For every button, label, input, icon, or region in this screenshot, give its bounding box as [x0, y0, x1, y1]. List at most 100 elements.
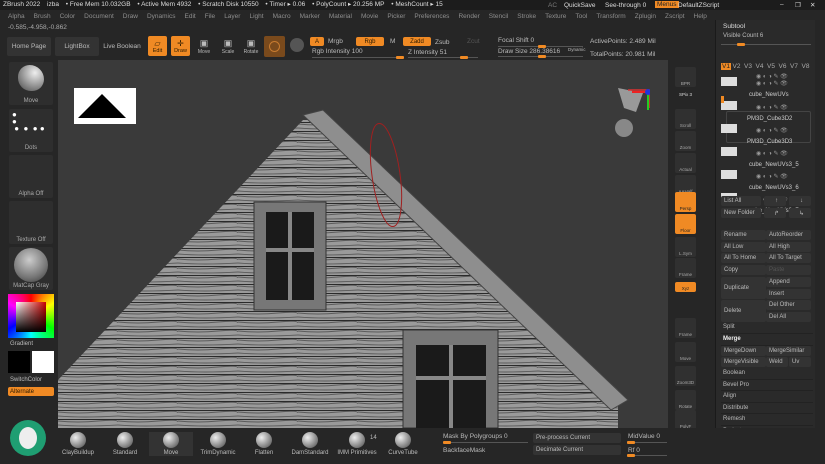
- rgb-toggle[interactable]: Rgb: [356, 37, 384, 46]
- split-button[interactable]: Split: [721, 322, 813, 334]
- home-page-button[interactable]: Home Page: [7, 37, 51, 56]
- close-icon[interactable]: ✕: [810, 1, 815, 9]
- section-bevel-pro[interactable]: Bevel Pro: [721, 380, 813, 391]
- viewport-canvas[interactable]: [58, 60, 668, 428]
- brush-trimdynamic[interactable]: TrimDynamic: [196, 432, 240, 456]
- shelf-button-floor[interactable]: Floor: [675, 214, 696, 234]
- menu-file[interactable]: File: [205, 13, 215, 20]
- rotate-button[interactable]: ▣ Rotate: [243, 38, 259, 55]
- menu-transform[interactable]: Transform: [596, 13, 625, 20]
- navigation-gizmo-icon[interactable]: [628, 88, 651, 116]
- shelf-button-move[interactable]: Move: [675, 342, 696, 362]
- shelf-button-zoom[interactable]: Zoom: [675, 131, 696, 151]
- shelf-button-actual[interactable]: Actual: [675, 153, 696, 173]
- shelf-button-spix3[interactable]: SPix 3: [675, 88, 696, 98]
- weld-button[interactable]: Weld: [766, 357, 788, 367]
- gradient-toggle[interactable]: Gradient: [10, 341, 33, 347]
- menu-brush[interactable]: Brush: [34, 13, 51, 20]
- paste-button[interactable]: Paste: [766, 265, 811, 275]
- menu-help[interactable]: Help: [694, 13, 707, 20]
- brush-standard[interactable]: Standard: [103, 432, 147, 456]
- autoreorder-button[interactable]: AutoReorder: [766, 230, 811, 240]
- uv-button[interactable]: Uv: [789, 357, 811, 367]
- midvalue-slider[interactable]: MidValue 0: [628, 433, 660, 440]
- rgb-intensity-slider[interactable]: Rgb Intensity 100: [312, 48, 363, 55]
- draw-button[interactable]: ✛ Draw: [171, 36, 190, 56]
- menu-macro[interactable]: Macro: [273, 13, 291, 20]
- rename-button[interactable]: Rename: [721, 230, 766, 240]
- draw-size-slider[interactable]: Draw Size 286.38616: [498, 48, 560, 55]
- menu-document[interactable]: Document: [84, 13, 114, 20]
- shelf-button-lsym[interactable]: L.Sym: [675, 237, 696, 257]
- copy-button[interactable]: Copy: [721, 265, 766, 275]
- shelf-button-frame[interactable]: Frame: [675, 258, 696, 278]
- midvalue-track[interactable]: [627, 441, 667, 444]
- rf-track[interactable]: [627, 454, 667, 457]
- menus-button[interactable]: Menus: [655, 1, 679, 8]
- quicksave-button[interactable]: QuickSave: [564, 2, 595, 9]
- material-sphere-button[interactable]: [264, 36, 285, 57]
- subtool-visibility-icons[interactable]: ◉ ◐ ◑ ✎ 👁: [756, 80, 788, 87]
- menu-marker[interactable]: Marker: [300, 13, 320, 20]
- all-low-button[interactable]: All Low: [721, 242, 766, 252]
- z-intensity-track[interactable]: [408, 56, 478, 59]
- visibility-tab-v7[interactable]: V7: [790, 63, 798, 70]
- visibility-tab-v3[interactable]: V3: [744, 63, 752, 70]
- menu-light[interactable]: Light: [249, 13, 263, 20]
- z-intensity-slider[interactable]: Z Intensity 51: [408, 49, 447, 56]
- shelf-button-rotate[interactable]: Rotate: [675, 390, 696, 410]
- delete-button[interactable]: Delete: [721, 300, 766, 322]
- visible-count-slider[interactable]: Visible Count 6: [721, 31, 813, 43]
- section-remesh[interactable]: Remesh: [721, 414, 813, 426]
- visibility-tab-v6[interactable]: V6: [779, 63, 787, 70]
- shelf-button-zoom3d[interactable]: Zoom3D: [675, 366, 696, 386]
- switch-color-button[interactable]: SwitchColor: [10, 377, 42, 383]
- stroke-slot[interactable]: ● ● ● ● ● ● Dots: [9, 109, 53, 152]
- subtool-visibility-icons[interactable]: ◉ ◐ ◑ ✎ 👁: [756, 104, 788, 111]
- menu-zplugin[interactable]: Zplugin: [635, 13, 656, 20]
- mask-by-polygroups-track[interactable]: [443, 441, 528, 444]
- visibility-tab-v8[interactable]: V8: [802, 63, 810, 70]
- brush-claybuildup[interactable]: ClayBuildup: [56, 432, 100, 456]
- default-zscript-button[interactable]: DefaultZScript: [678, 2, 719, 9]
- shelf-button-scroll[interactable]: Scroll: [675, 109, 696, 129]
- brush-move[interactable]: Move: [149, 432, 193, 456]
- brush-flatten[interactable]: Flatten: [242, 432, 286, 456]
- section-align[interactable]: Align: [721, 391, 813, 403]
- brush-curvetube[interactable]: CurveTube: [381, 432, 425, 456]
- menu-stencil[interactable]: Stencil: [489, 13, 509, 20]
- menu-zscript[interactable]: Zscript: [665, 13, 685, 20]
- visible-count-track[interactable]: [721, 43, 811, 46]
- visibility-tab-v5[interactable]: V5: [767, 63, 775, 70]
- menu-movie[interactable]: Movie: [361, 13, 378, 20]
- subtool-visibility-icons[interactable]: ◉ ◐ ◑ ✎ 👁: [756, 173, 788, 180]
- visibility-tab-v4[interactable]: V4: [756, 63, 764, 70]
- alpha-slot[interactable]: Alpha Off: [9, 155, 53, 198]
- mask-by-polygroups-slider[interactable]: Mask By Polygroups 0: [443, 433, 508, 440]
- edit-button[interactable]: ▱ Edit: [148, 36, 167, 56]
- zcut-toggle[interactable]: Zcut: [467, 38, 480, 45]
- brush-slot[interactable]: Move: [9, 62, 53, 105]
- all-high-button[interactable]: All High: [766, 242, 811, 252]
- rgb-intensity-track[interactable]: [312, 56, 404, 59]
- restore-icon[interactable]: ❐: [795, 1, 801, 9]
- dynamic-toggle[interactable]: Dynamic: [568, 47, 586, 52]
- shelf-button-polyf[interactable]: PolyF: [675, 410, 696, 430]
- alternate-button[interactable]: Alternate: [8, 387, 54, 396]
- see-through-slider[interactable]: See-through 0: [605, 2, 646, 9]
- shelf-button-persp[interactable]: Persp: [675, 192, 696, 212]
- mergevisible-button[interactable]: MergeVisible: [721, 357, 766, 367]
- draw-size-track[interactable]: [498, 55, 583, 58]
- move-down-arrow-icon[interactable]: ↓: [789, 196, 811, 206]
- subtool-visibility-icons[interactable]: ◉ ◐ ◑ ✎ 👁: [756, 73, 788, 80]
- del-other-button[interactable]: Del Other: [766, 300, 811, 310]
- brush-damstandard[interactable]: DamStandard: [288, 432, 332, 456]
- shelf-button-xyz[interactable]: Xyz: [675, 282, 696, 292]
- mergedown-button[interactable]: MergeDown: [721, 346, 766, 356]
- shelf-button-bpr[interactable]: BPR: [675, 67, 696, 87]
- secondary-color-swatch[interactable]: [32, 351, 54, 373]
- subtool-visibility-icons[interactable]: ◉ ◐ ◑ ✎ 👁: [756, 127, 788, 134]
- subtool-visibility-icons[interactable]: ◉ ◐ ◑ ✎ 👁: [756, 150, 788, 157]
- section-distribute[interactable]: Distribute: [721, 403, 813, 414]
- menu-render[interactable]: Render: [458, 13, 479, 20]
